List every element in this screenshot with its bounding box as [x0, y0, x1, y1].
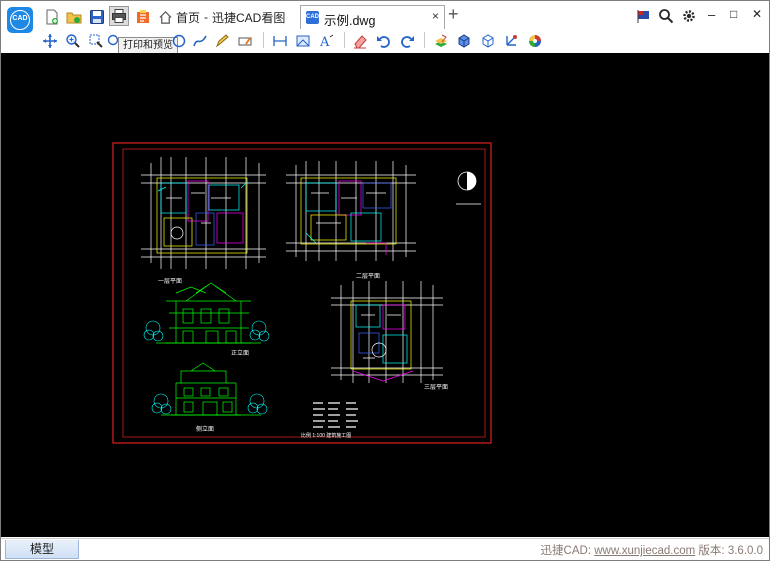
new-file-icon[interactable] [43, 8, 61, 26]
3d-box-icon[interactable] [455, 32, 473, 50]
title-separator: - [204, 10, 209, 24]
logo-text: CAD [12, 15, 28, 22]
drawing-canvas[interactable]: 一层平面 二层平面 正立面 侧立面 三层平面 比例 1:100 建筑施工图 [1, 53, 769, 537]
eraser-icon[interactable] [351, 32, 369, 50]
plan-3-label: 三层平面 [424, 384, 448, 391]
version-number: 3.6.0.0 [727, 545, 763, 557]
area-measure-icon[interactable] [294, 32, 312, 50]
app-title: 迅捷CAD看图 [212, 10, 286, 25]
redo-icon[interactable] [398, 32, 416, 50]
coordinate-axis-icon[interactable] [502, 32, 520, 50]
app-window: CAD 首页 - 迅捷CAD看图 CAD 示例.dwg × + – □ ✕ 打印… [0, 0, 770, 561]
zoom-in-icon[interactable] [64, 32, 82, 50]
floor-plan-3 [331, 281, 443, 383]
linear-dimension-icon[interactable] [271, 32, 289, 50]
status-prefix: 迅捷CAD: [540, 545, 592, 557]
close-window-button[interactable]: ✕ [752, 7, 762, 21]
search-icon[interactable] [657, 7, 675, 25]
home-tab-label: 首页 [176, 10, 201, 25]
front-elevation [156, 282, 261, 344]
document-tab-label: 示例.dwg [324, 14, 376, 28]
title-toolbar-bar: CAD 首页 - 迅捷CAD看图 CAD 示例.dwg × + – □ ✕ 打印… [1, 1, 769, 55]
pan-icon[interactable] [41, 32, 59, 50]
zoom-window-icon[interactable] [87, 32, 105, 50]
sketch-pen-icon[interactable] [213, 32, 231, 50]
layer-icon[interactable] [432, 32, 450, 50]
outer-frame [112, 142, 492, 444]
color-wheel-icon[interactable] [526, 32, 544, 50]
maximize-button[interactable]: □ [730, 7, 737, 21]
version-label: 版本: [698, 545, 725, 557]
elevation-1-label: 正立面 [231, 349, 249, 357]
floor-plan-2 [286, 161, 416, 261]
inner-frame [122, 148, 486, 438]
toolbar-separator [344, 32, 345, 48]
flag-icon[interactable] [635, 7, 653, 25]
new-tab-icon[interactable]: + [448, 4, 459, 25]
open-file-icon[interactable] [65, 8, 83, 26]
tab-home[interactable]: 首页 - 迅捷CAD看图 [158, 6, 285, 28]
minimize-button[interactable]: – [708, 7, 715, 22]
plan-2-label: 二层平面 [356, 273, 380, 280]
toolbar-separator [263, 32, 264, 48]
drawing-bottom-note: 比例 1:100 建筑施工图 [301, 432, 351, 439]
polyline-tool-icon[interactable] [191, 32, 209, 50]
north-arrow-icon [456, 171, 481, 205]
elevation-2-label: 侧立面 [196, 425, 214, 433]
toolbar-separator [424, 32, 425, 48]
app-logo[interactable]: CAD [7, 7, 33, 33]
tab-document[interactable]: CAD 示例.dwg × [300, 5, 445, 29]
save-icon[interactable] [88, 8, 106, 26]
undo-icon[interactable] [375, 32, 393, 50]
svg-text:A: A [319, 35, 330, 49]
notes-table [313, 402, 358, 428]
home-icon [159, 10, 172, 24]
website-link[interactable]: www.xunjiecad.com [594, 545, 695, 557]
dwg-file-icon: CAD [306, 11, 319, 24]
floor-plan-1 [141, 157, 266, 269]
erase-markup-icon[interactable] [236, 32, 254, 50]
status-text: 迅捷CAD: www.xunjiecad.com 版本: 3.6.0.0 [541, 542, 763, 558]
close-tab-icon[interactable]: × [432, 9, 439, 23]
status-bar: 模型 迅捷CAD: www.xunjiecad.com 版本: 3.6.0.0 [1, 538, 769, 560]
cad-drawing: 一层平面 二层平面 正立面 侧立面 三层平面 比例 1:100 建筑施工图 [112, 142, 492, 444]
circle-tool-icon[interactable] [170, 32, 188, 50]
3d-orbit-icon[interactable] [479, 32, 497, 50]
side-elevation [161, 362, 261, 416]
tree-icon [151, 393, 268, 415]
print-preview-icon[interactable] [109, 6, 129, 26]
plan-1-label: 一层平面 [158, 278, 182, 285]
model-tab[interactable]: 模型 [5, 540, 79, 559]
text-tool-icon[interactable]: A [318, 32, 336, 50]
batch-print-icon[interactable] [134, 8, 152, 26]
gear-icon[interactable] [680, 7, 698, 25]
